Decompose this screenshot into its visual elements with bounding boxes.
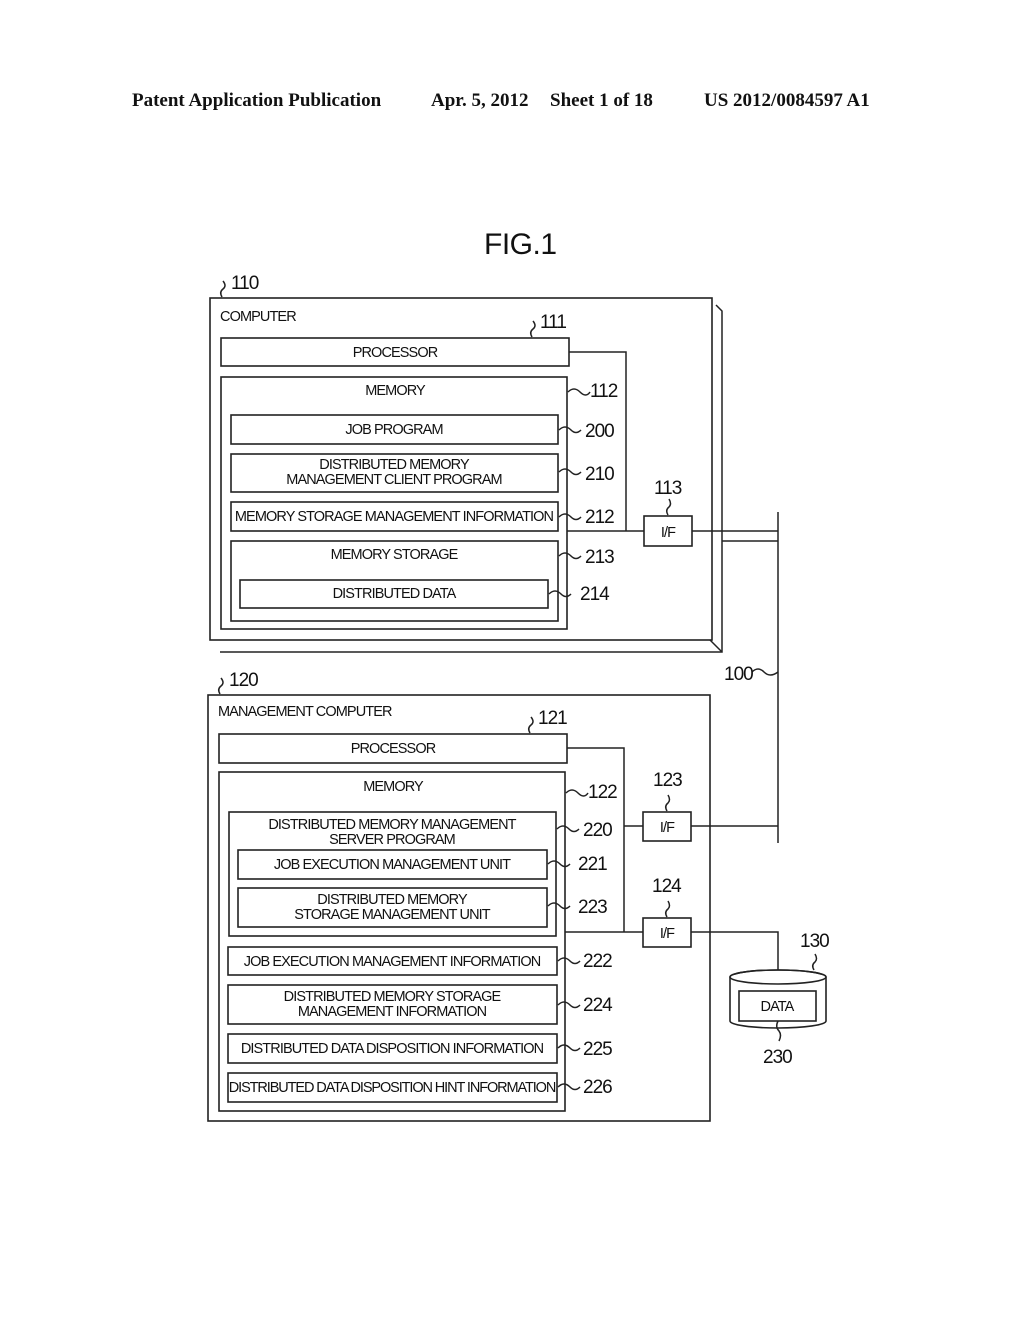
job-exec-info-ref: 222 [583,951,612,972]
server-program-label-line1: DISTRIBUTED MEMORY MANAGEMENT [268,817,516,833]
interface-113-label: I/F [661,525,676,541]
interface-124-ref: 124 [652,876,682,897]
job-exec-unit-ref: 221 [578,854,607,875]
client-program-label-line2: MANAGEMENT CLIENT PROGRAM [286,472,501,488]
memory-storage-ref: 213 [585,547,614,568]
client-program-label-line1: DISTRIBUTED MEMORY [319,457,470,473]
network-leader [751,668,779,676]
storage-mgmt-unit-label-line2: STORAGE MANAGEMENT UNIT [294,907,491,923]
storage-mgmt-info-2-ref: 224 [583,995,613,1016]
management-computer-title: MANAGEMENT COMPUTER [218,704,392,720]
disposition-info-ref: 225 [583,1039,612,1060]
storage-mgmt-info-2-label-line2: MANAGEMENT INFORMATION [298,1004,487,1020]
mgmt-processor-label: PROCESSOR [351,741,436,757]
network-ref: 100 [724,664,753,685]
management-computer-leader [217,677,224,695]
distributed-data-ref: 214 [580,584,610,605]
server-program-label-line2: SERVER PROGRAM [329,832,455,848]
block-diagram: 110 COMPUTER PROCESSOR 111 MEMORY 112 JO… [207,273,830,1122]
computer-memory-label: MEMORY [365,383,426,399]
storage-mgmt-info-ref: 212 [585,507,614,528]
storage-mgmt-info-2-label-line1: DISTRIBUTED MEMORY STORAGE [284,989,502,1005]
storage-ref: 130 [800,931,829,952]
storage-mgmt-unit-ref: 223 [578,897,607,918]
disposition-info-label: DISTRIBUTED DATA DISPOSITION INFORMATION [241,1041,544,1057]
job-program-ref: 200 [585,421,614,442]
disposition-hint-label: DISTRIBUTED DATA DISPOSITION HINT INFORM… [229,1080,556,1096]
memory-storage-label: MEMORY STORAGE [331,547,459,563]
computer-leader [219,280,226,298]
computer-processor-ref: 111 [540,312,566,333]
client-program-ref: 210 [585,464,614,485]
mgmt-processor-ref: 121 [538,708,567,729]
storage-mgmt-unit-label-line1: DISTRIBUTED MEMORY [317,892,468,908]
job-exec-unit-label: JOB EXECUTION MANAGEMENT UNIT [274,857,511,873]
mgmt-memory-ref: 122 [588,782,617,803]
computer-title: COMPUTER [220,309,296,325]
job-program-label: JOB PROGRAM [345,422,442,438]
storage-130-leader [811,953,818,971]
storage-mgmt-info-label: MEMORY STORAGE MANAGEMENT INFORMATION [235,509,554,525]
interface-123-label: I/F [660,820,675,836]
computer-processor-label: PROCESSOR [353,345,438,361]
disposition-hint-ref: 226 [583,1077,612,1098]
server-program-ref: 220 [583,820,612,841]
computer-memory-ref: 112 [590,381,618,402]
job-exec-info-label: JOB EXECUTION MANAGEMENT INFORMATION [244,954,541,970]
interface-113-ref: 113 [654,478,682,499]
management-computer-ref: 120 [229,670,258,691]
computer-ref: 110 [231,273,259,294]
interface-123-ref: 123 [653,770,682,791]
storage-data-ref: 230 [763,1047,792,1068]
distributed-data-label: DISTRIBUTED DATA [333,586,457,602]
mgmt-memory-label: MEMORY [363,779,424,795]
interface-124-label: I/F [660,926,675,942]
storage-data-label: DATA [761,999,795,1015]
